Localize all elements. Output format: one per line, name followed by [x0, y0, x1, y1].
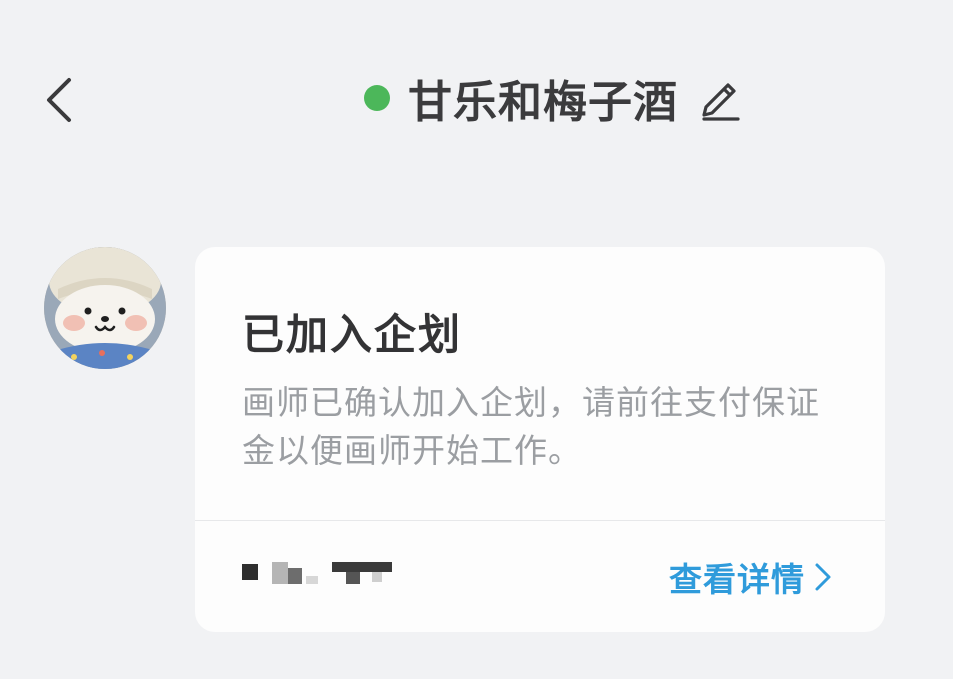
view-details-label: 查看详情	[669, 560, 805, 599]
edit-title-button[interactable]	[696, 73, 746, 123]
chat-header: 甘乐和梅子酒	[360, 66, 746, 130]
bear-avatar-image	[44, 247, 166, 369]
project-joined-card[interactable]: 已加入企划 画师已确认加入企划，请前往支付保证金以便画师开始工作。 查看详情	[195, 247, 885, 632]
chevron-right-icon	[815, 563, 831, 591]
chevron-left-icon	[47, 78, 71, 122]
card-description: 画师已确认加入企划，请前往支付保证金以便画师开始工作。	[242, 383, 820, 470]
online-status-dot	[364, 85, 390, 111]
chat-title: 甘乐和梅子酒	[408, 77, 678, 128]
view-details-link[interactable]: 查看详情	[669, 553, 833, 601]
avatar[interactable]	[44, 247, 166, 369]
back-button[interactable]	[38, 68, 84, 128]
pencil-icon	[702, 83, 740, 121]
card-divider	[195, 520, 885, 521]
card-title: 已加入企划	[242, 310, 463, 359]
redacted-text	[242, 562, 392, 584]
